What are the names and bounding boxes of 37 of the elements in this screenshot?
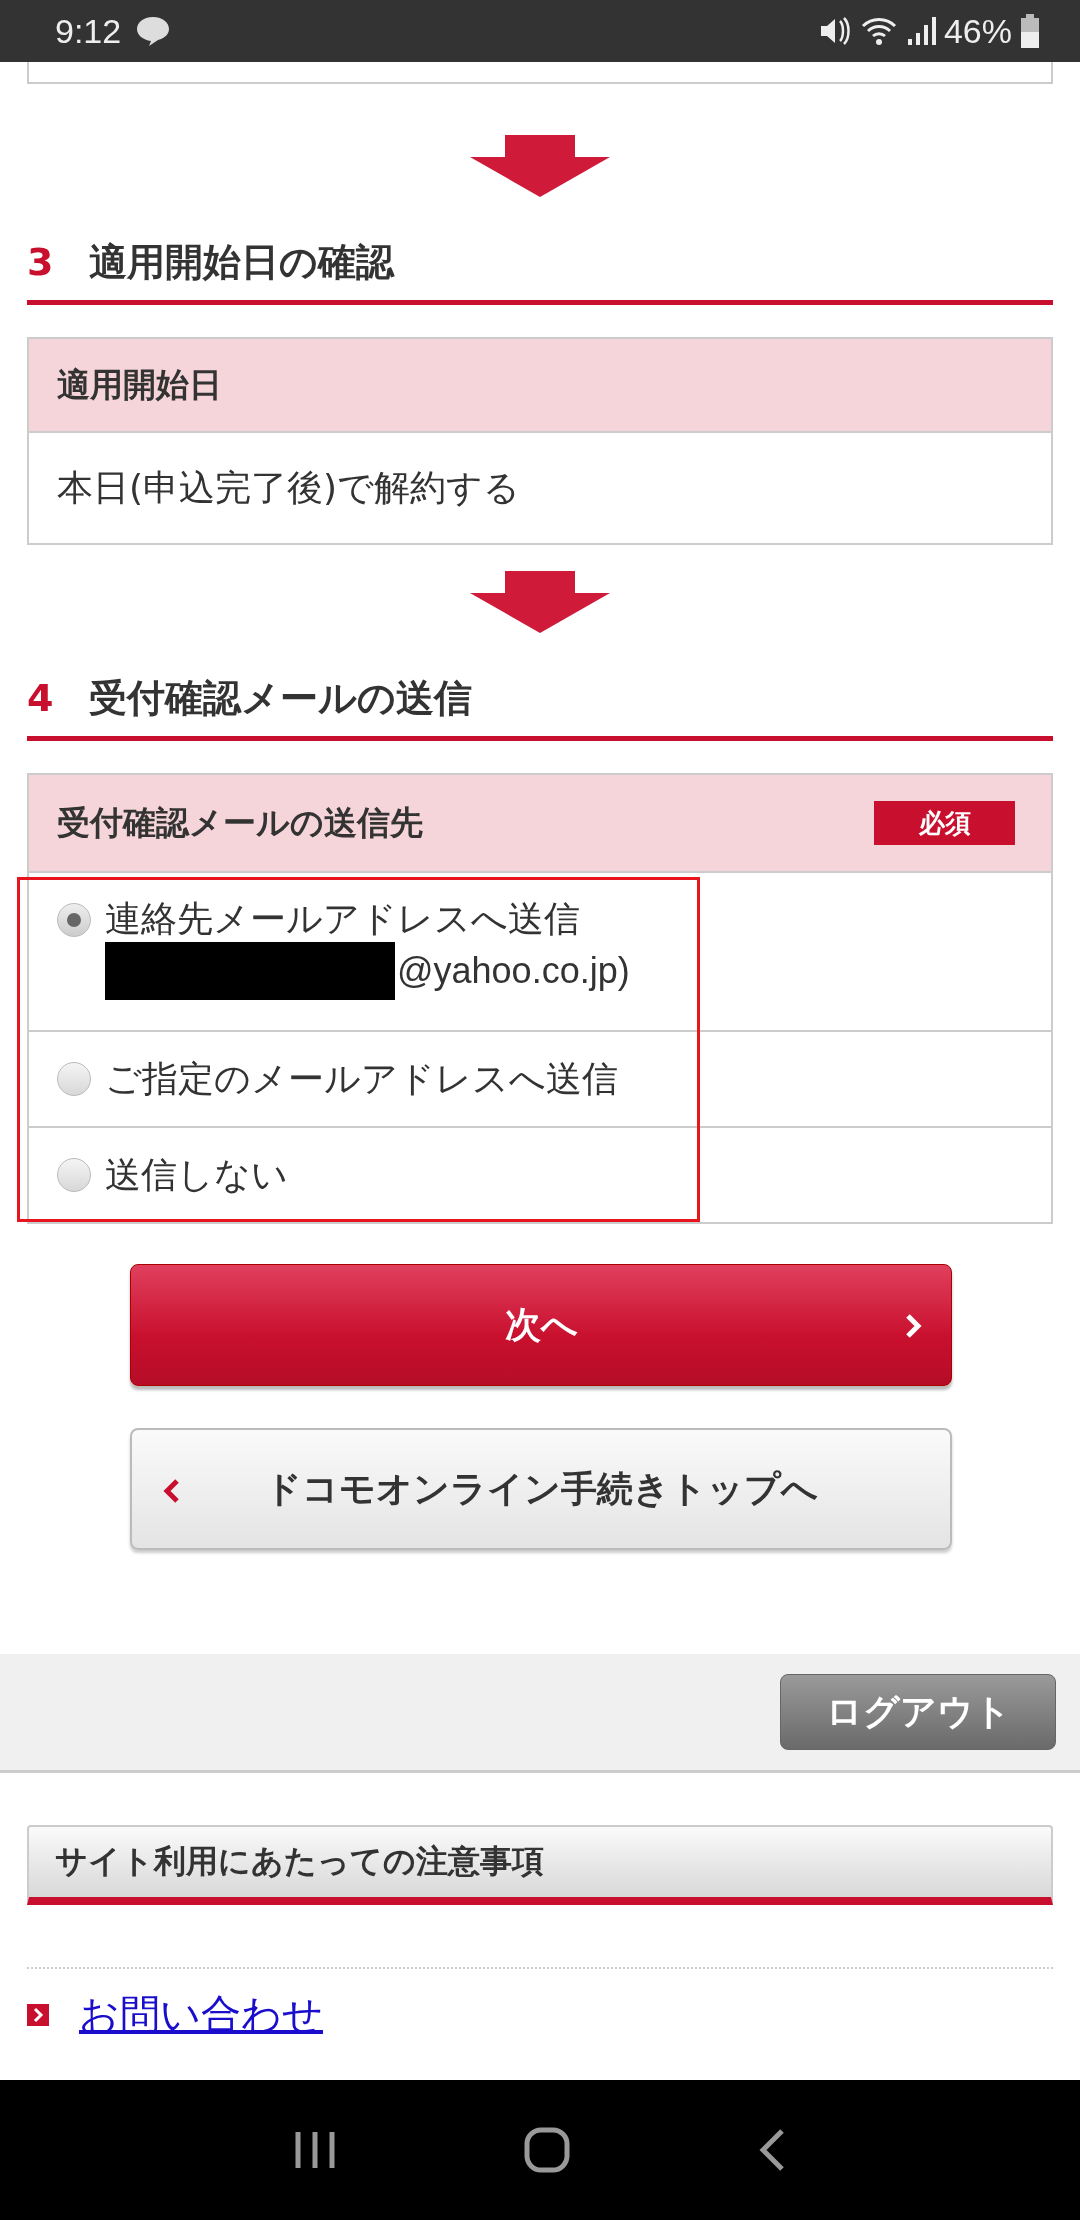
notes-heading: サイト利用にあたっての注意事項 (55, 1841, 544, 1882)
back-button[interactable]: ドコモオンライン手続きトップへ (130, 1428, 952, 1550)
radio-option[interactable]: 送信しない (29, 1126, 1051, 1222)
start-date-value: 本日(申込完了後)で解約する (57, 465, 521, 510)
wifi-icon (859, 15, 898, 47)
step-title: 受付確認メールの送信 (89, 675, 473, 722)
clock-time: 9:12 (55, 11, 122, 51)
battery-percent: 46% (943, 11, 1012, 51)
step-number: 4 (27, 676, 54, 720)
radio-button[interactable] (57, 1062, 91, 1096)
down-arrow-icon (470, 571, 610, 633)
chevron-left-icon (162, 1478, 180, 1504)
step-number: 3 (27, 240, 54, 284)
chat-bubble-icon (135, 15, 172, 47)
option-label: ご指定のメールアドレスへ送信 (105, 1057, 618, 1101)
battery-icon (1020, 14, 1040, 48)
signal-icon (905, 15, 936, 47)
radio-button[interactable] (57, 903, 91, 937)
radio-option[interactable]: 連絡先メールアドレスへ送信 @yahoo.co.jp) (29, 873, 1051, 1030)
card-heading: 適用開始日 (57, 363, 222, 406)
chevron-square-icon (27, 2003, 49, 2026)
next-button[interactable]: 次へ (130, 1264, 952, 1386)
required-badge: 必須 (874, 801, 1015, 845)
step-title: 適用開始日の確認 (89, 239, 395, 286)
recent-apps-icon[interactable] (294, 2130, 336, 2170)
home-icon[interactable] (524, 2127, 570, 2173)
option-label: 連絡先メールアドレスへ送信 (105, 897, 581, 941)
radio-button[interactable] (57, 1158, 91, 1192)
down-arrow-icon (470, 135, 610, 197)
radio-option[interactable]: ご指定のメールアドレスへ送信 (29, 1030, 1051, 1126)
card-heading: 受付確認メールの送信先 (57, 801, 423, 844)
contact-link[interactable]: お問い合わせ (79, 1987, 323, 2042)
back-icon[interactable] (758, 2128, 786, 2172)
chevron-right-icon (905, 1313, 923, 1339)
email-address: @yahoo.co.jp) (397, 950, 630, 992)
option-label: 送信しない (105, 1153, 288, 1197)
logout-button[interactable]: ログアウト (780, 1674, 1056, 1750)
